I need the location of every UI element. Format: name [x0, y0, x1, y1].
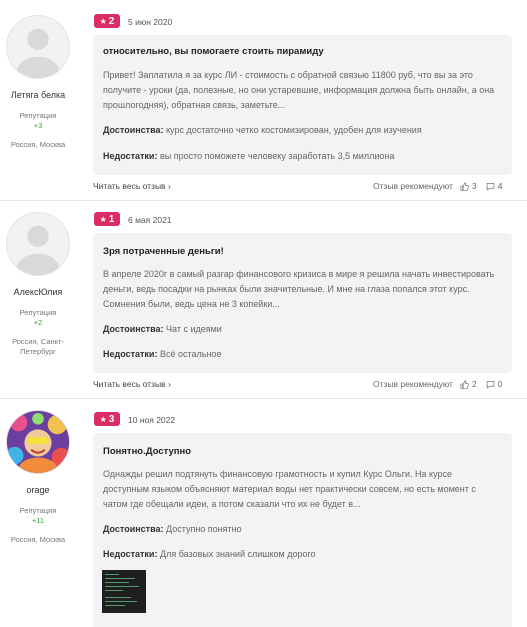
pros-text: Чат с идеями — [166, 324, 222, 334]
read-more-link[interactable]: Читать весь отзыв › — [93, 379, 171, 389]
star-icon: ★ — [99, 214, 107, 224]
comment-icon[interactable] — [486, 380, 495, 389]
rating-badge: ★ 1 — [94, 212, 120, 226]
thumb-up-icon[interactable] — [460, 182, 469, 191]
pros-text: курс достаточно четко костомизирован, уд… — [166, 125, 422, 135]
review-card: Зря потраченные деньги! В апреле 2020г в… — [93, 233, 512, 373]
chevron-right-icon: › — [167, 379, 171, 389]
reputation-label: Репутация — [19, 111, 57, 120]
like-count: 2 — [471, 379, 477, 389]
recommend-block: Отзыв рекомендуют 3 4 — [373, 181, 502, 191]
review-body: Привет! Заплатила я за курс ЛИ - стоимос… — [103, 70, 495, 110]
cons-text: вы просто поможете человеку заработать 3… — [159, 151, 395, 161]
review-card: относительно, вы помогаете стоить пирами… — [93, 35, 512, 175]
author-name[interactable]: АлексЮлия — [0, 287, 76, 297]
recommend-label: Отзыв рекомендуют — [373, 379, 453, 389]
thumb-up-icon[interactable] — [460, 380, 469, 389]
reputation-value: +11 — [31, 516, 45, 525]
review-author-block: orage Репутация +11 Россия, Москва — [0, 410, 76, 545]
divider — [0, 398, 527, 399]
review-pros: Достоинства: Доступно понятно — [103, 524, 242, 534]
cons-label: Недостатки: — [103, 151, 158, 161]
reputation-value: +2 — [33, 318, 43, 327]
review-pros: Достоинства: курс достаточно четко косто… — [103, 125, 422, 135]
review-author-block: АлексЮлия Репутация +2 Россия, Санкт-Пет… — [0, 212, 76, 357]
rating-value: 3 — [108, 413, 115, 425]
reputation-label: Репутация — [19, 506, 57, 515]
avatar[interactable] — [6, 212, 70, 276]
recommend-label: Отзыв рекомендуют — [373, 181, 453, 191]
reputation-label: Репутация — [19, 308, 57, 317]
review-cons: Недостатки: Всё остальное — [103, 349, 221, 359]
author-city: Россия, Москва — [10, 535, 66, 544]
review-body: Однажды решил подтянуть финансовую грамо… — [103, 469, 476, 509]
recommend-block: Отзыв рекомендуют 2 0 — [373, 379, 502, 389]
cons-label: Недостатки: — [103, 549, 158, 559]
read-more-label: Читать весь отзыв — [93, 181, 166, 191]
rating-badge: ★ 2 — [94, 14, 120, 28]
author-city: Россия, Санкт-Петербург — [12, 337, 64, 356]
chevron-right-icon: › — [167, 181, 171, 191]
divider — [0, 200, 527, 201]
avatar[interactable] — [6, 410, 70, 474]
review-author-block: Летяга белка Репутация +3 Россия, Москва — [0, 15, 76, 150]
rating-value: 1 — [108, 213, 115, 225]
review-cons: Недостатки: Для базовых знаний слишком д… — [103, 549, 316, 559]
pros-text: Доступно понятно — [166, 524, 242, 534]
star-icon: ★ — [99, 414, 107, 424]
star-icon: ★ — [99, 16, 107, 26]
read-more-link[interactable]: Читать весь отзыв › — [93, 181, 171, 191]
cons-text: Всё остальное — [159, 349, 222, 359]
pros-label: Достоинства: — [103, 524, 164, 534]
review-cons: Недостатки: вы просто поможете человеку … — [103, 151, 394, 161]
review-title[interactable]: Зря потраченные деньги! — [103, 246, 224, 257]
reputation-value: +3 — [33, 121, 43, 130]
review-date: 6 мая 2021 — [128, 215, 172, 225]
review-title[interactable]: относительно, вы помогаете стоить пирами… — [103, 46, 324, 57]
review-card: Понятно.Доступно Однажды решил подтянуть… — [93, 433, 512, 627]
avatar[interactable] — [6, 15, 70, 79]
review-date: 10 ноя 2022 — [128, 415, 176, 425]
review-title[interactable]: Понятно.Доступно — [103, 446, 191, 457]
review-pros: Достоинства: Чат с идеями — [103, 324, 222, 334]
pros-label: Достоинства: — [103, 324, 164, 334]
cons-text: Для базовых знаний слишком дорого — [159, 549, 316, 559]
comment-count: 4 — [497, 181, 503, 191]
review-date: 5 июн 2020 — [128, 17, 173, 27]
like-count: 3 — [471, 181, 477, 191]
author-name[interactable]: Летяга белка — [0, 90, 76, 100]
rating-badge: ★ 3 — [94, 412, 120, 426]
cons-label: Недостатки: — [103, 349, 158, 359]
read-more-label: Читать весь отзыв — [93, 379, 166, 389]
review-body: В апреле 2020г в самый разгар финансовог… — [103, 269, 495, 309]
comment-icon[interactable] — [486, 182, 495, 191]
comment-count: 0 — [497, 379, 503, 389]
pros-label: Достоинства: — [103, 125, 164, 135]
review-photo-thumbnail[interactable] — [102, 570, 146, 613]
author-name[interactable]: orage — [0, 485, 76, 495]
author-city: Россия, Москва — [10, 140, 66, 149]
rating-value: 2 — [108, 15, 115, 27]
